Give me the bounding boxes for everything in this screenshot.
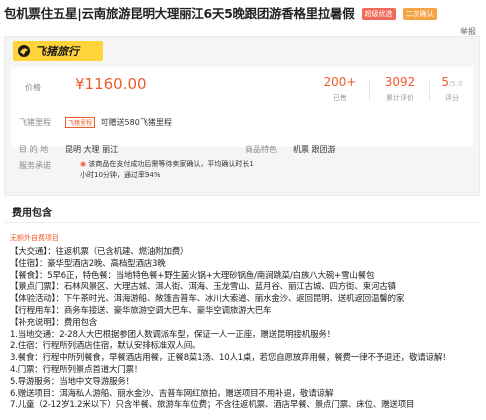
feature-label: 商品特色 bbox=[245, 145, 277, 154]
feature-row: 商品特色 bbox=[245, 144, 277, 155]
stat-reviews[interactable]: 3092 累计评价 bbox=[377, 75, 423, 103]
fee-line: 5.导游服务：当地中文导游服务！ bbox=[10, 376, 134, 387]
price-value: ¥1160.00 bbox=[75, 75, 147, 93]
fee-line: 【行程用车】：商务车接送、豪华旅游空调大巴车、豪华空调旅游大巴车 bbox=[10, 305, 272, 316]
fee-line: 【住宿】：豪华型酒店2晚、高档型酒店3晚 bbox=[10, 258, 166, 269]
mileage-label: 飞猪里程 bbox=[19, 118, 51, 127]
destination-row: 目 的 地 bbox=[19, 144, 48, 155]
fliggy-logo-icon bbox=[18, 45, 30, 57]
fee-line: 【景点门票】：石林风景区、大理古城、洱人街、洱海、玉龙雪山、蓝月谷、丽江古城、四… bbox=[10, 282, 396, 293]
stat-rating: 5/5.0 评分 bbox=[441, 75, 463, 102]
fee-line: 【体验活动】：下午茶时光、洱海游船、敞篷吉普车、冰川大索道、丽水金沙、返回昆明、… bbox=[10, 294, 405, 305]
fee-line: 1.当地交通：2-28人大巴根据参团人数调派车型，保证一人一正座，赠送昆明接机服… bbox=[10, 329, 336, 340]
stat-divider bbox=[429, 79, 430, 101]
feature-value: 机票 跟团游 bbox=[293, 145, 336, 154]
stat-sold: 200+ 已售 bbox=[323, 75, 357, 102]
mileage-text: 可赠送580飞猪里程 bbox=[100, 118, 172, 127]
fees-note: 无额外自费项目 bbox=[10, 234, 59, 242]
fee-line: 4.门票：行程所列景点首道大门票！ bbox=[10, 364, 143, 375]
brand-logo[interactable]: 飞猪旅行 bbox=[13, 41, 103, 61]
stat-divider bbox=[369, 79, 370, 101]
price-label: 价格 bbox=[25, 83, 41, 92]
check-circle-icon: ◉ bbox=[80, 160, 87, 168]
fee-line: 【餐食】：5早6正，特色餐：当地特色餐+野生菌火锅+大理砂锅鱼/南涧跳菜/白族八… bbox=[10, 270, 375, 281]
fees-title: 费用包含 bbox=[12, 208, 52, 219]
service-commitment-text: ◉ 该商品在支付成功后需等待卖家确认，平均确认时长1小时10分钟，通过率94% bbox=[80, 160, 254, 179]
tag-second-confirm: 二次确认 bbox=[402, 8, 437, 20]
brand-name: 飞猪旅行 bbox=[35, 45, 79, 58]
mileage-tag: 飞猪里程 bbox=[65, 117, 96, 128]
tag-super-select: 超级优选 bbox=[361, 8, 396, 20]
destination-value[interactable]: 昆明 大理 丽江 bbox=[65, 144, 118, 155]
fee-line: 7.儿童（2-12岁1.2米以下）只含半餐、旅游车车位费；不含往返机票、酒店早餐… bbox=[10, 400, 415, 411]
page-title: 包机票住五星|云南旅游昆明大理丽江6天5晚跟团游香格里拉暑假 bbox=[4, 6, 355, 21]
fee-line: 3.餐食：行程中所列餐食，早餐酒店用餐，正餐8菜1汤、10人1桌，若您自愿放弃用… bbox=[10, 353, 451, 364]
divider bbox=[4, 192, 480, 193]
mileage-row: 飞猪里程 bbox=[19, 117, 51, 128]
fee-line: 2.住宿：行程所列酒店住宿，默认安排标准双人间。 bbox=[10, 341, 201, 352]
destination-label: 目 的 地 bbox=[19, 145, 49, 154]
fee-line: 【补充说明】：费用包含 bbox=[10, 317, 98, 328]
fees-content: 无额外自费项目 【大交通】：往返机票（已含机建、燃油附加费） 【住宿】：豪华型酒… bbox=[10, 233, 480, 412]
price-panel: 价格 ¥1160.00 200+ 已售 3092 累计评价 5/5.0 评分 bbox=[11, 67, 473, 147]
mileage-value: 飞猪里程 可赠送580飞猪里程 bbox=[65, 117, 172, 128]
fee-line: 6.赠送项目：洱海私人游船、丽水金沙、吉普车网红旅拍，赠送项目不用补退，敬请谅解 bbox=[10, 388, 334, 399]
title-bar: 包机票住五星|云南旅游昆明大理丽江6天5晚跟团游香格里拉暑假 超级优选 二次确认 bbox=[4, 3, 482, 23]
fee-line: 【大交通】：往返机票（已含机建、燃油附加费） bbox=[10, 247, 189, 257]
service-label: 服务承诺 bbox=[19, 161, 51, 170]
fees-section-header: 费用包含 bbox=[4, 198, 480, 223]
